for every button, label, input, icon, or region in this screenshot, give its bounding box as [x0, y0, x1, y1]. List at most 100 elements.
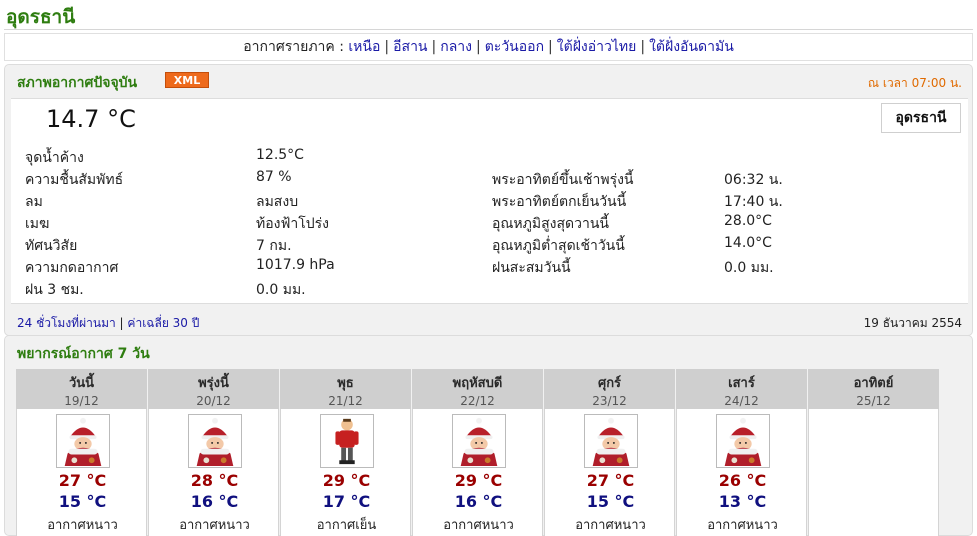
forecast-day-cell — [808, 409, 939, 536]
forecast-day-header: พรุ่งนี้ 20/12 — [148, 369, 279, 409]
wind-value: ลมสงบ — [256, 194, 299, 210]
sunset-value: 17:40 น. — [724, 194, 783, 210]
forecast-day-cell: 29 °C 17 °C อากาศเย็น — [280, 409, 411, 536]
humidity-value: 87 % — [256, 169, 292, 185]
dew-point-label: จุดน้ำค้าง — [25, 150, 84, 166]
forecast-day-cell: 28 °C 16 °C อากาศหนาว — [148, 409, 279, 536]
cold-person-icon — [716, 414, 770, 468]
forecast-description: อากาศหนาว — [707, 518, 778, 533]
forecast-description: อากาศหนาว — [179, 518, 250, 533]
forecast-day-name: พุธ — [337, 376, 354, 391]
report-date: 19 ธันวาคม 2554 — [863, 316, 962, 330]
forecast-max-temp: 26 °C — [718, 471, 767, 490]
sunset-label: พระอาทิตย์ตกเย็นวันนี้ — [492, 194, 627, 210]
forecast-day-cell: 27 °C 15 °C อากาศหนาว — [544, 409, 675, 536]
max-temp-yesterday-label: อุณหภูมิสูงสุดวานนี้ — [492, 216, 609, 232]
forecast-description: อากาศหนาว — [575, 518, 646, 533]
forecast-date: 21/12 — [328, 394, 363, 408]
separator: | — [548, 39, 553, 55]
last-24h-link[interactable]: 24 ชั่วโมงที่ผ่านมา — [17, 316, 116, 330]
forecast-max-temp: 29 °C — [322, 471, 371, 490]
current-weather-body: 14.7 °C อุดรธานี จุดน้ำค้าง 12.5°C ความช… — [11, 98, 968, 304]
current-weather-title: สภาพอากาศปัจจุบัน — [17, 75, 138, 91]
forecast-day-name: พฤหัสบดี — [452, 376, 503, 391]
separator: | — [475, 39, 481, 55]
forecast-date: 24/12 — [724, 394, 759, 408]
forecast-day-name: พรุ่งนี้ — [198, 376, 229, 391]
forecast-description: อากาศหนาว — [47, 518, 118, 533]
visibility-label: ทัศนวิสัย — [25, 238, 78, 254]
forecast-panel: พยากรณ์อากาศ 7 วัน วันนี้ 19/12 27 °C 15 °C… — [4, 335, 973, 536]
forecast-day-header: ศุกร์ 23/12 — [544, 369, 675, 409]
forecast-day-column: พรุ่งนี้ 20/12 28 °C 16 °C อากาศหนาว — [148, 369, 280, 536]
xml-feed-button[interactable]: XML — [165, 72, 209, 88]
min-temp-today-label: อุณหภูมิต่ำสุดเช้าวันนี้ — [492, 238, 625, 254]
forecast-min-temp: 15 °C — [58, 492, 107, 511]
forecast-max-temp: 29 °C — [454, 471, 503, 490]
forecast-min-temp: 16 °C — [454, 492, 503, 511]
region-nav-label: อากาศรายภาค : — [243, 39, 344, 55]
forecast-date: 23/12 — [592, 394, 627, 408]
forecast-date: 20/12 — [196, 394, 231, 408]
max-temp-yesterday-value: 28.0°C — [724, 213, 772, 229]
sunrise-label: พระอาทิตย์ขึ้นเช้าพรุ่งนี้ — [492, 172, 634, 188]
cold-person-icon — [584, 414, 638, 468]
forecast-max-temp: 27 °C — [58, 471, 107, 490]
min-temp-today-value: 14.0°C — [724, 235, 772, 251]
cold-person-icon — [188, 414, 242, 468]
forecast-title: พยากรณ์อากาศ 7 วัน — [17, 346, 150, 362]
current-temperature: 14.7 °C — [46, 105, 136, 133]
forecast-day-header: พุธ 21/12 — [280, 369, 411, 409]
forecast-day-cell: 29 °C 16 °C อากาศหนาว — [412, 409, 543, 536]
cool-person-icon — [320, 414, 374, 468]
region-link-east[interactable]: ตะวันออก — [485, 39, 544, 55]
region-link-south-gulf[interactable]: ใต้ฝั่งอ่าวไทย — [557, 39, 637, 55]
forecast-table: วันนี้ 19/12 27 °C 15 °C อากาศหนาว พรุ่งนี้ 20… — [16, 369, 945, 536]
region-link-south-andaman[interactable]: ใต้ฝั่งอันดามัน — [649, 39, 734, 55]
station-name: อุดรธานี — [881, 103, 961, 133]
forecast-date: 25/12 — [856, 394, 891, 408]
forecast-day-column: พฤหัสบดี 22/12 29 °C 16 °C อากาศหนาว — [412, 369, 544, 536]
cloud-value: ท้องฟ้าโปร่ง — [256, 216, 330, 232]
rain-today-value: 0.0 มม. — [724, 260, 774, 276]
region-link-northeast[interactable]: อีสาน — [393, 39, 427, 55]
forecast-day-header: พฤหัสบดี 22/12 — [412, 369, 543, 409]
forecast-day-column: อาทิตย์ 25/12 — [808, 369, 940, 536]
forecast-day-column: ศุกร์ 23/12 27 °C 15 °C อากาศหนาว — [544, 369, 676, 536]
forecast-description: อากาศหนาว — [443, 518, 514, 533]
average-30y-link[interactable]: ค่าเฉลี่ย 30 ปี — [127, 316, 199, 330]
pressure-label: ความกดอากาศ — [25, 260, 119, 276]
forecast-day-name: ศุกร์ — [597, 376, 622, 391]
cold-person-icon — [452, 414, 506, 468]
forecast-min-temp: 13 °C — [718, 492, 767, 511]
forecast-min-temp: 16 °C — [190, 492, 239, 511]
separator: | — [640, 39, 646, 55]
rain-today-label: ฝนสะสมวันนี้ — [492, 260, 571, 276]
forecast-date: 22/12 — [460, 394, 495, 408]
title-divider — [4, 29, 973, 30]
region-link-central[interactable]: กลาง — [440, 39, 472, 55]
sunrise-value: 06:32 น. — [724, 172, 783, 188]
dew-point-value: 12.5°C — [256, 147, 304, 163]
wind-label: ลม — [25, 194, 43, 210]
pressure-value: 1017.9 hPa — [256, 257, 335, 273]
region-nav: อากาศรายภาค : เหนือ | อีสาน | กลาง | ตะวันออก |… — [4, 33, 973, 61]
forecast-description: อากาศเย็น — [316, 518, 377, 533]
forecast-day-column: วันนี้ 19/12 27 °C 15 °C อากาศหนาว — [16, 369, 148, 536]
forecast-date: 19/12 — [64, 394, 99, 408]
forecast-day-cell: 27 °C 15 °C อากาศหนาว — [16, 409, 147, 536]
forecast-min-temp: 15 °C — [586, 492, 635, 511]
forecast-day-name: อาทิตย์ — [853, 376, 894, 391]
observation-time: ณ เวลา 07:00 น. — [867, 76, 962, 90]
forecast-day-header: วันนี้ 19/12 — [16, 369, 147, 409]
forecast-day-cell: 26 °C 13 °C อากาศหนาว — [676, 409, 807, 536]
rain-3h-value: 0.0 มม. — [256, 282, 306, 298]
separator: | — [384, 39, 390, 55]
visibility-value: 7 กม. — [256, 238, 292, 254]
cold-person-icon — [56, 414, 110, 468]
forecast-max-temp: 28 °C — [190, 471, 239, 490]
forecast-day-name: เสาร์ — [728, 376, 755, 391]
rain-3h-label: ฝน 3 ชม. — [25, 282, 84, 298]
forecast-day-column: เสาร์ 24/12 26 °C 13 °C อากาศหนาว — [676, 369, 808, 536]
region-link-north[interactable]: เหนือ — [348, 39, 380, 55]
